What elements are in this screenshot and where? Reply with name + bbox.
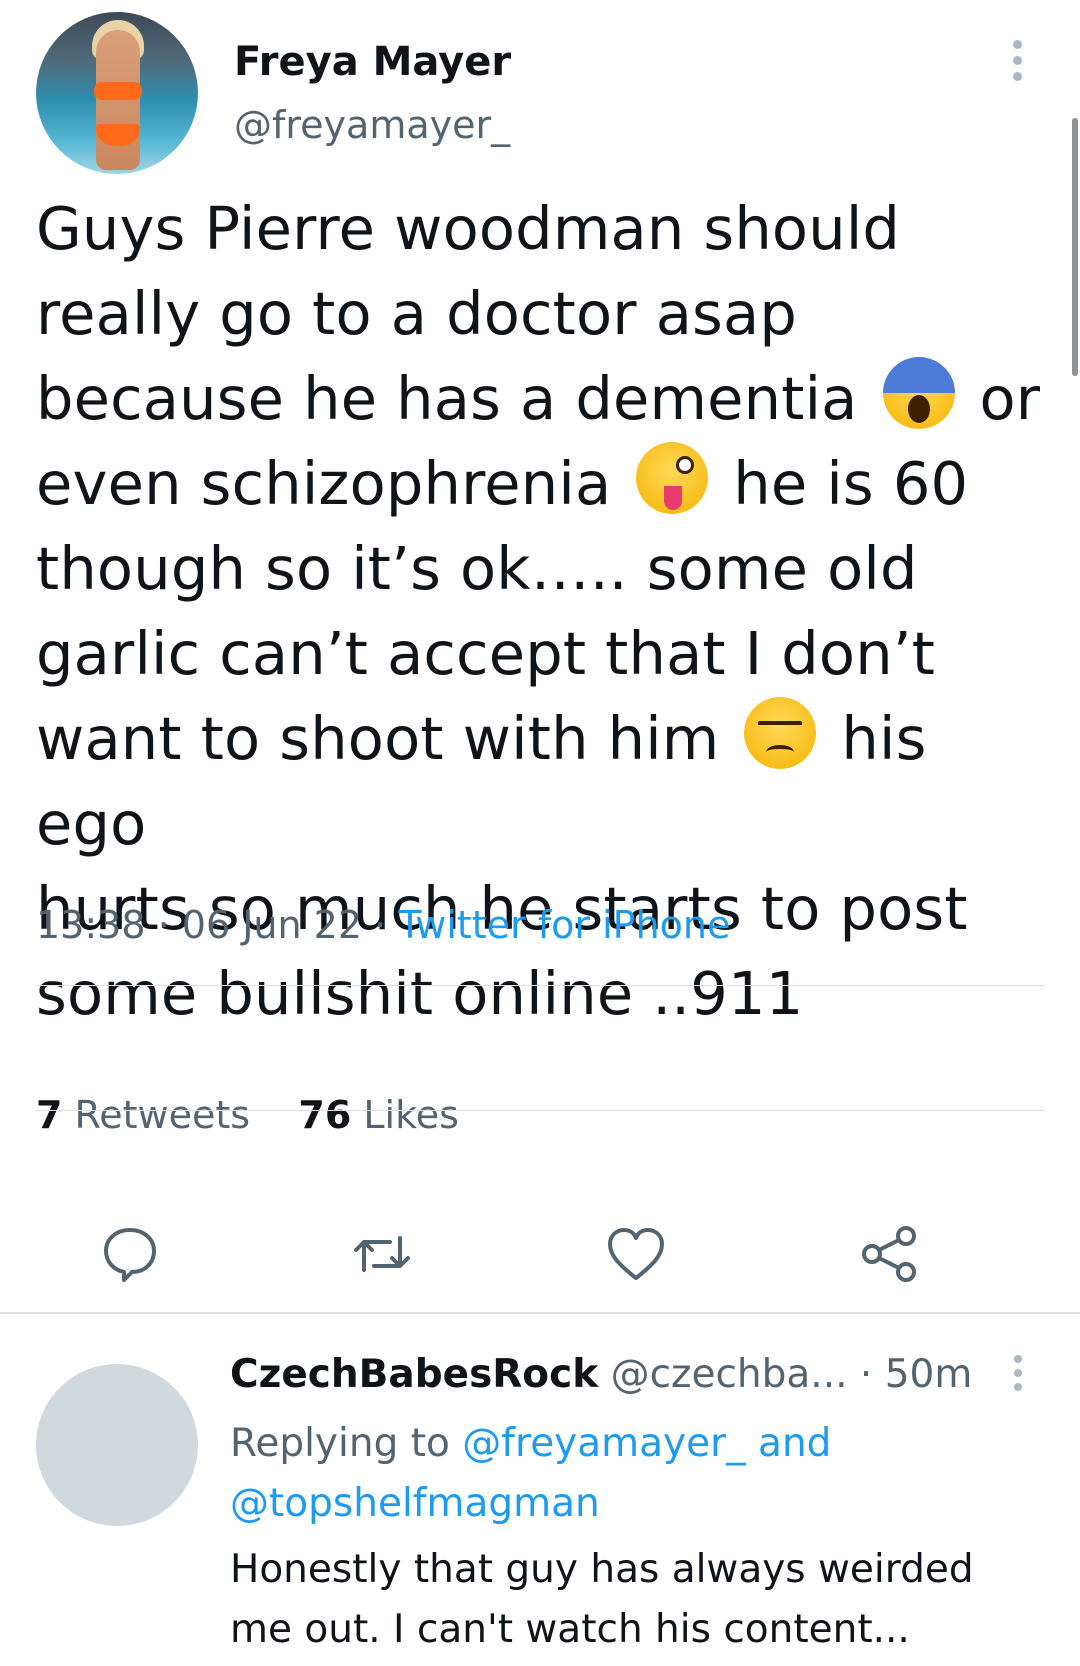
divider [0,1312,1080,1314]
tweet-meta: 13:38 · 06 Jun 22 · Twitter for iPhone [36,898,730,952]
more-options-icon[interactable] [1010,40,1024,82]
author-avatar[interactable] [36,12,198,174]
reply-more-options-icon[interactable] [1012,1355,1024,1395]
retweet-icon[interactable] [350,1222,414,1286]
reply-author-handle[interactable]: @czechba... [611,1352,848,1397]
tweet-stats: 7 Retweets 76 Likes [36,1088,459,1142]
face-screaming-in-fear-icon [882,357,955,429]
winking-face-with-tongue-icon [636,442,709,514]
reply-avatar[interactable] [36,1364,198,1526]
reply-header: CzechBabesRock @czechba... · 50m [230,1350,972,1400]
author-name[interactable]: Freya Mayer [234,38,511,86]
like-icon[interactable] [604,1222,668,1286]
likes-stat[interactable]: 76 Likes [298,1093,459,1137]
divider [36,985,1044,986]
author-handle[interactable]: @freyamayer_ [234,102,510,148]
tweet-time[interactable]: 13:38 [36,903,146,947]
tweet-date[interactable]: 06 Jun 22 [182,903,362,947]
meta-separator: · [374,903,387,947]
tweet-actions [0,1222,1080,1286]
unamused-face-icon [744,697,817,769]
share-icon[interactable] [858,1222,922,1286]
scrollbar[interactable] [1072,118,1078,376]
tweet-source-link[interactable]: Twitter for iPhone [398,903,730,947]
reply-author-name[interactable]: CzechBabesRock [230,1352,598,1397]
reply-time[interactable]: · 50m [860,1352,972,1397]
reply-icon[interactable] [98,1222,162,1286]
divider [36,1110,1044,1111]
replying-to-link[interactable]: @freyamayer_ and [462,1421,831,1466]
reply-text: Honestly that guy has always weirded me … [230,1547,974,1652]
replying-to: Replying to @freyamayer_ and @topshelfma… [230,1421,832,1526]
meta-separator: · [157,903,170,947]
replying-to-link-2[interactable]: @topshelfmagman [230,1481,600,1526]
retweets-stat[interactable]: 7 Retweets [36,1093,250,1137]
